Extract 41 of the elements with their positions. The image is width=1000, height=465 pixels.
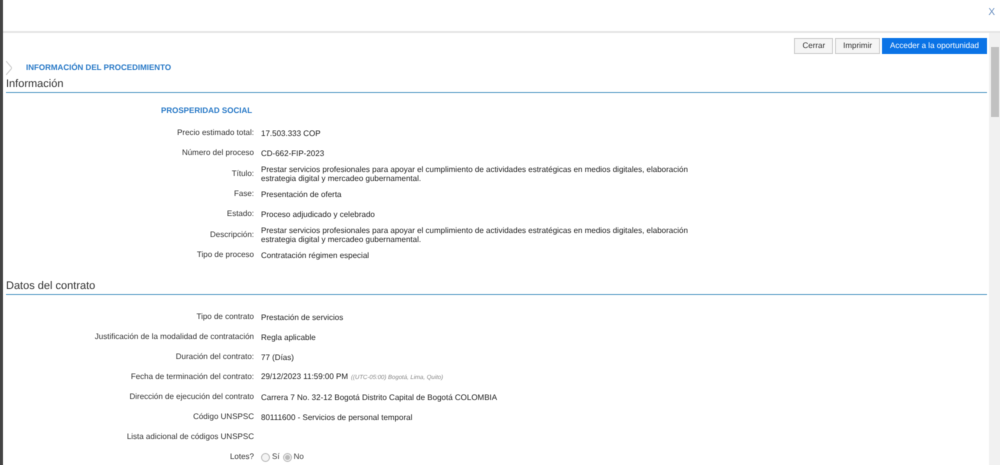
radio-option[interactable]: Sí (261, 451, 280, 463)
radio-button[interactable] (282, 452, 292, 462)
action-button[interactable]: Cerrar (794, 38, 834, 54)
section-title: Información (6, 77, 987, 93)
field-value: Prestar servicios profesionales para apoyar el cumplimiento de actividades estratégicas en medios digitales, elaboración estrategia digital y mercadeo gubernamental. (261, 226, 689, 244)
field-label: Precio estimado total: (176, 128, 254, 138)
field-label: Descripción: (208, 230, 254, 240)
field-label: Código UNSPSC (192, 412, 254, 422)
field-label: Duración del contrato: (174, 352, 254, 362)
entity-name: PROSPERIDAD SOCIAL (161, 105, 254, 117)
field-value: CD-662-FIP-2023 (261, 148, 324, 158)
field-label: Fase: (232, 189, 254, 199)
scrollbar[interactable] (989, 33, 1000, 465)
action-button[interactable]: Acceder a la oportunidad (882, 38, 987, 54)
action-button[interactable]: Imprimir (835, 38, 880, 54)
field-label: Fecha de terminación del contrato: (130, 372, 254, 382)
field-value: Proceso adjudicado y celebrado (261, 210, 375, 218)
field-label: Justificación de la modalidad de contratación (94, 332, 254, 342)
field-value: Prestar servicios profesionales para apoyar el cumplimiento de actividades estratégicas en medios digitales, elaboración estrategia digital y mercadeo gubernamental. (261, 164, 689, 182)
field-value: 29/12/2023 11:59:00 PM (261, 372, 348, 380)
field-label: Tipo de contrato (195, 312, 254, 322)
chevron-icon (6, 61, 12, 75)
field-label: Estado: (226, 209, 254, 219)
procedure-title: INFORMACIÓN DEL PROCEDIMIENTO (26, 62, 172, 74)
field-value: Contratación régimen especial (261, 250, 370, 260)
field-label: Lista adicional de códigos UNSPSC (126, 432, 254, 442)
field-value: 77 (Días) (261, 352, 294, 362)
field-value: Prestación de servicios (261, 312, 344, 322)
field-value: Carrera 7 No. 32-12 Bogotá Distrito Capital de Bogotá COLOMBIA (261, 392, 498, 402)
field-value: Regla aplicable (261, 332, 316, 342)
field-value: 80111600 - Servicios de personal temporal (261, 412, 412, 422)
field-value: Presentación de oferta (261, 190, 342, 198)
radio-button[interactable] (261, 452, 270, 462)
field-label: Título: (230, 168, 254, 178)
field-value: 17.503.333 COP (261, 128, 321, 138)
radio-option[interactable]: No (282, 451, 304, 463)
section-title: Datos del contrato (6, 279, 987, 295)
field-label: Número del proceso (180, 148, 254, 158)
field-label: Dirección de ejecución del contrato (128, 392, 254, 402)
field-label: Lotes? (228, 452, 254, 462)
field-label: Tipo de proceso (196, 250, 254, 260)
